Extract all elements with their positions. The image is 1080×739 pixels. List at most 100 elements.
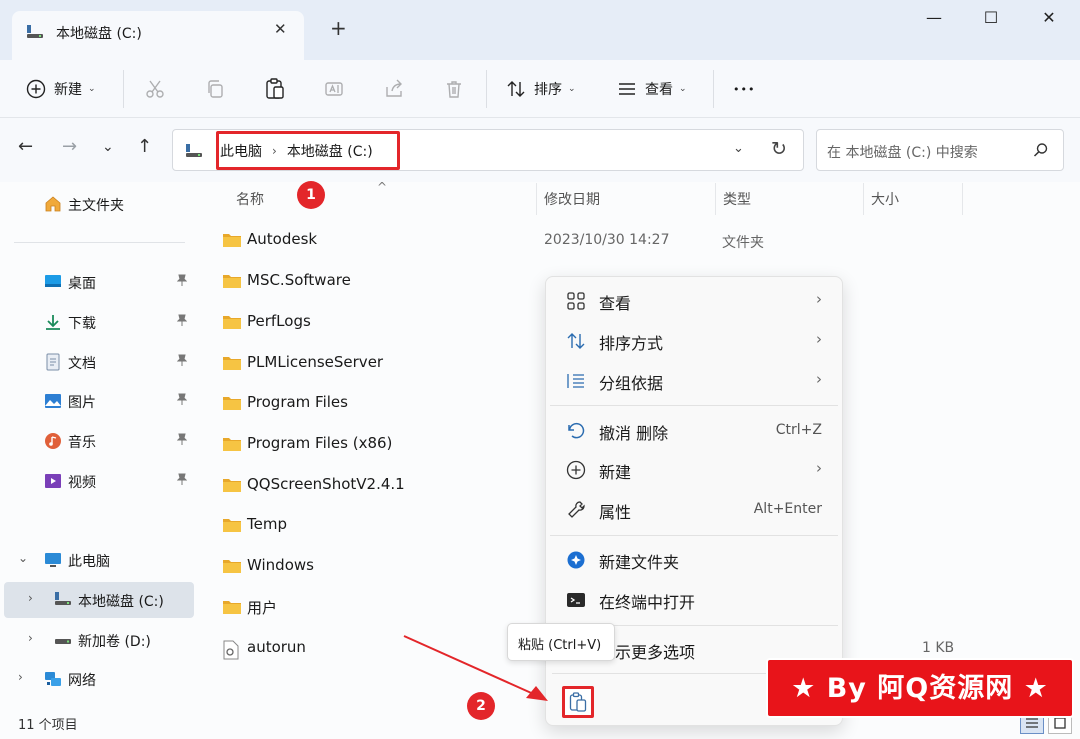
copy-button[interactable]: [205, 71, 225, 107]
paste-toolbar-button[interactable]: [265, 71, 285, 107]
minimize-button[interactable]: —: [923, 8, 945, 30]
refresh-icon[interactable]: ↻: [771, 138, 787, 160]
sidebar-item-music[interactable]: 音乐: [0, 423, 200, 459]
sidebar-item-desktop[interactable]: 桌面: [0, 264, 200, 300]
context-menu-new-folder[interactable]: 新建文件夹: [550, 540, 838, 578]
sort-button-label: 排序: [534, 82, 562, 98]
expand-icon[interactable]: ›: [28, 631, 33, 645]
tiles-view-icon: [1054, 717, 1066, 729]
video-icon: [44, 472, 62, 490]
context-menu-properties[interactable]: 属性 Alt+Enter: [550, 490, 838, 528]
sidebar-label: 桌面: [68, 276, 96, 292]
pin-icon[interactable]: [176, 274, 188, 289]
view-button[interactable]: 查看 ⌄: [617, 71, 687, 107]
column-header-name[interactable]: 名称: [236, 189, 264, 209]
delete-icon: [444, 79, 464, 99]
file-name: Windows: [247, 556, 314, 574]
context-menu-view[interactable]: 查看 ›: [550, 281, 838, 319]
folder-icon: [222, 232, 242, 252]
pin-icon[interactable]: [176, 433, 188, 448]
tab-close-icon[interactable]: ✕: [274, 20, 287, 38]
new-button-label: 新建: [54, 82, 82, 98]
share-button[interactable]: [384, 71, 404, 107]
terminal-icon: [566, 590, 586, 610]
context-menu-open-in-terminal[interactable]: 在终端中打开: [550, 580, 838, 618]
drive-icon: [185, 143, 203, 163]
context-menu-undo-delete[interactable]: 撤消 删除 Ctrl+Z: [550, 411, 838, 449]
recent-locations-icon[interactable]: ⌄: [102, 140, 114, 154]
sidebar-item-documents[interactable]: 文档: [0, 344, 200, 380]
cut-button[interactable]: [145, 71, 165, 107]
sidebar-item-downloads[interactable]: 下载: [0, 304, 200, 340]
new-tab-button[interactable]: +: [330, 18, 347, 38]
group-by-icon: [566, 371, 586, 391]
file-row[interactable]: Autodesk 2023/10/30 14:27 文件夹: [216, 220, 776, 260]
pin-icon[interactable]: [176, 314, 188, 329]
column-divider[interactable]: [863, 183, 864, 215]
column-header-size[interactable]: 大小: [871, 189, 899, 209]
toolbar-divider: [713, 70, 714, 108]
new-button[interactable]: 新建 ⌄: [26, 71, 96, 107]
close-button[interactable]: ✕: [1038, 8, 1060, 30]
command-bar: 新建 ⌄ 排序 ⌄ 查看 ⌄ •••: [0, 60, 1080, 118]
pin-icon[interactable]: [176, 473, 188, 488]
home-icon: [44, 195, 62, 213]
folder-icon: [222, 517, 242, 537]
sidebar-item-drive-d[interactable]: › 新加卷 (D:): [0, 622, 200, 658]
list-view-icon: [617, 79, 637, 99]
sidebar-item-drive-c[interactable]: › 本地磁盘 (C:): [4, 582, 194, 618]
tab-local-disk-c[interactable]: 本地磁盘 (C:) ✕: [12, 11, 304, 60]
cut-icon: [145, 79, 165, 99]
more-icon: •••: [733, 82, 756, 96]
expand-icon[interactable]: ›: [28, 591, 33, 605]
column-divider[interactable]: [715, 183, 716, 215]
new-icon: [566, 460, 586, 480]
sidebar-item-network[interactable]: › 网络: [0, 661, 200, 697]
chevron-down-icon: ⌄: [88, 84, 96, 94]
context-menu-group-by[interactable]: 分组依据 ›: [550, 361, 838, 399]
paste-button[interactable]: [562, 686, 594, 718]
sidebar-item-home[interactable]: 主文件夹: [0, 186, 200, 222]
chevron-down-icon[interactable]: ⌄: [733, 141, 744, 156]
sidebar-label: 音乐: [68, 435, 96, 451]
column-divider[interactable]: [962, 183, 963, 215]
rename-button[interactable]: [324, 71, 344, 107]
folder-icon: [222, 436, 242, 456]
folder-icon: [222, 314, 242, 334]
maximize-button[interactable]: ☐: [980, 8, 1002, 30]
more-options-button[interactable]: •••: [733, 71, 755, 107]
sidebar-item-videos[interactable]: 视频: [0, 463, 200, 499]
collapse-icon[interactable]: ⌄: [18, 551, 28, 565]
up-icon[interactable]: ↑: [137, 138, 152, 156]
share-icon: [384, 79, 404, 99]
desktop-icon: [44, 273, 62, 291]
item-count: 11 个项目: [18, 718, 78, 733]
delete-button[interactable]: [444, 71, 464, 107]
forward-icon[interactable]: →: [62, 138, 77, 156]
context-menu-label: 排序方式: [599, 334, 664, 353]
search-box[interactable]: 在 本地磁盘 (C:) 中搜索: [816, 129, 1064, 171]
column-header-type[interactable]: 类型: [723, 189, 751, 209]
pin-icon[interactable]: [176, 393, 188, 408]
back-icon[interactable]: ←: [18, 138, 33, 156]
sort-button[interactable]: 排序 ⌄: [506, 71, 576, 107]
search-icon: [1033, 142, 1049, 162]
expand-icon[interactable]: ›: [18, 670, 23, 684]
sidebar-label: 下载: [68, 316, 96, 332]
pin-icon[interactable]: [176, 354, 188, 369]
details-view-icon: [1026, 718, 1038, 728]
context-menu-label: 撤消 删除: [599, 424, 669, 443]
tab-title: 本地磁盘 (C:): [56, 26, 142, 42]
column-header-modified[interactable]: 修改日期: [544, 189, 600, 209]
sidebar-label: 网络: [68, 673, 96, 689]
sidebar-item-pictures[interactable]: 图片: [0, 383, 200, 419]
context-menu-new[interactable]: 新建 ›: [550, 450, 838, 488]
column-divider[interactable]: [536, 183, 537, 215]
music-icon: [44, 432, 62, 450]
file-name: PLMLicenseServer: [247, 353, 384, 371]
file-modified-date: 2023/10/30 14:27: [544, 232, 670, 248]
sidebar-item-this-pc[interactable]: ⌄ 此电脑: [0, 542, 200, 578]
folder-icon: [222, 477, 242, 497]
chevron-right-icon: ›: [816, 370, 822, 388]
context-menu-sort-by[interactable]: 排序方式 ›: [550, 321, 838, 359]
